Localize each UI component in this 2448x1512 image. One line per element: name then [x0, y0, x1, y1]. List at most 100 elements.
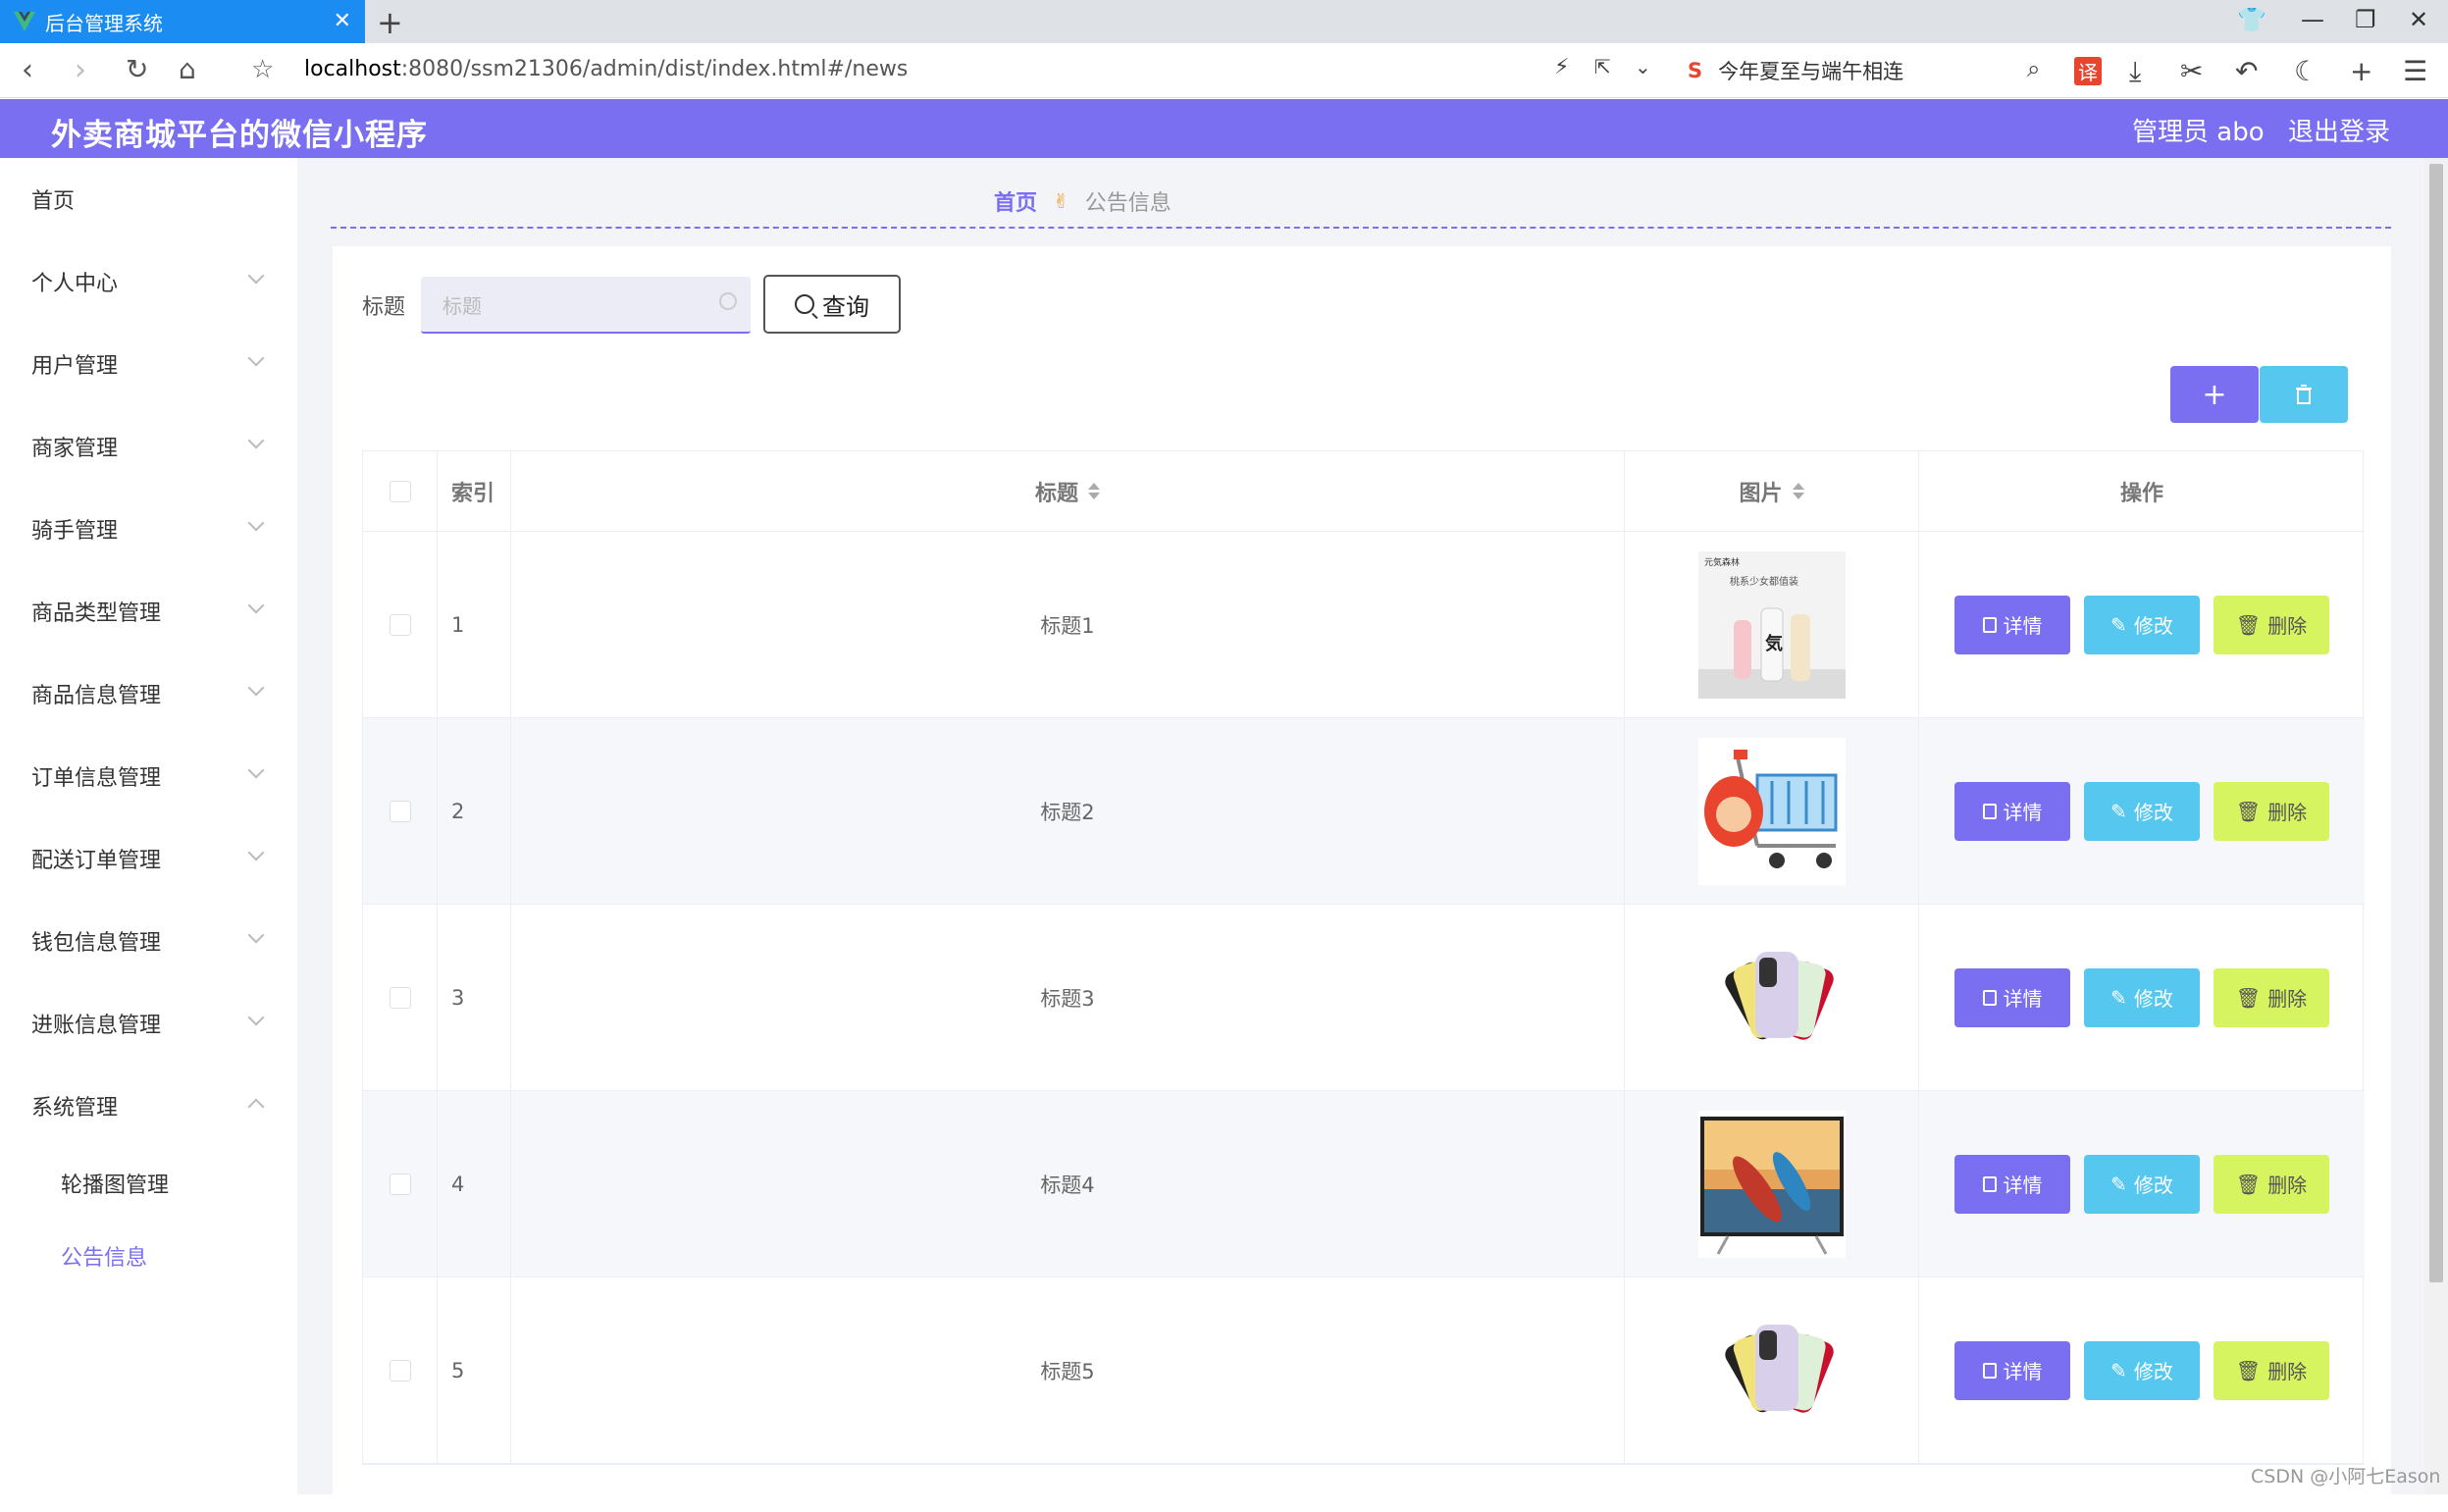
back-icon[interactable]: ‹	[22, 53, 33, 87]
row-checkbox[interactable]	[389, 613, 411, 636]
reload-icon[interactable]: ↻	[126, 53, 148, 85]
add-icon[interactable]: +	[2350, 55, 2372, 87]
thumb-char-text: 気	[1765, 633, 1783, 654]
trash-icon	[2296, 385, 2312, 404]
browser-search-box[interactable]: S 今年夏至与端午相连	[1688, 51, 2051, 90]
sidebar-item-label: 商家管理	[31, 437, 119, 461]
sidebar-item-users[interactable]: 用户管理	[0, 335, 297, 393]
page-scrollbar[interactable]	[2424, 158, 2448, 1494]
breadcrumb-current: 公告信息	[1084, 191, 1172, 216]
sidebar-item-home[interactable]: 首页	[0, 170, 297, 229]
forward-icon[interactable]: ›	[75, 53, 86, 87]
scrollbar-thumb[interactable]	[2429, 164, 2443, 1282]
minimize-icon[interactable]: —	[2301, 6, 2324, 33]
chevron-down-icon	[247, 1009, 265, 1026]
sidebar-item-label: 订单信息管理	[31, 766, 162, 791]
edit-button[interactable]: ✎ 修改	[2084, 595, 2200, 654]
restore-icon[interactable]: ❐	[2355, 6, 2376, 33]
sidebar-item-personal[interactable]: 个人中心	[0, 252, 297, 311]
sidebar-item-products[interactable]: 商品信息管理	[0, 664, 297, 723]
sidebar-item-label: 首页	[31, 189, 76, 214]
sidebar-item-label: 个人中心	[31, 272, 119, 296]
row-checkbox[interactable]	[389, 1173, 411, 1195]
header-checkbox-cell	[363, 451, 438, 531]
chevron-down-icon	[247, 844, 265, 861]
row-checkbox[interactable]	[389, 800, 411, 822]
lightning-icon[interactable]: ⚡	[1554, 55, 1569, 79]
shirt-skin-icon[interactable]: 👕	[2237, 6, 2266, 33]
detail-button[interactable]: 详情	[1954, 1340, 2070, 1400]
browser-search-text: 今年夏至与端午相连	[1718, 60, 1904, 83]
edit-label: 修改	[2133, 614, 2173, 638]
sidebar-item-delivery[interactable]: 配送订单管理	[0, 829, 297, 888]
delete-button[interactable]: 🗑 删除	[2214, 1154, 2329, 1214]
search-icon	[795, 294, 814, 314]
sidebar-item-orders[interactable]: 订单信息管理	[0, 747, 297, 806]
sort-icon[interactable]	[1088, 483, 1100, 499]
sidebar-item-riders[interactable]: 骑手管理	[0, 499, 297, 558]
edit-button[interactable]: ✎ 修改	[2084, 1154, 2200, 1214]
sidebar-item-system[interactable]: 系统管理	[0, 1076, 297, 1135]
edit-button[interactable]: ✎ 修改	[2084, 1340, 2200, 1400]
search-icon[interactable]: ⌕	[2027, 55, 2040, 82]
header-image[interactable]: 图片	[1625, 451, 1919, 531]
row-checkbox[interactable]	[389, 986, 411, 1009]
sidebar-item-label: 钱包信息管理	[31, 931, 162, 956]
edit-button[interactable]: ✎ 修改	[2084, 967, 2200, 1027]
detail-button[interactable]: 详情	[1954, 781, 2070, 841]
chevron-down-icon	[247, 432, 265, 449]
share-icon[interactable]: ⇱	[1594, 55, 1611, 78]
scissors-icon[interactable]: ✂	[2180, 55, 2203, 87]
delete-button[interactable]: 🗑 删除	[2214, 1340, 2329, 1400]
sidebar-item-product-types[interactable]: 商品类型管理	[0, 582, 297, 641]
undo-icon[interactable]: ↶	[2235, 55, 2258, 87]
detail-button[interactable]: 详情	[1954, 1154, 2070, 1214]
url-field[interactable]: localhost:8080/ssm21306/admin/dist/index…	[304, 57, 908, 81]
night-mode-icon[interactable]: ☾	[2294, 55, 2318, 87]
sogou-logo-icon: S	[1688, 59, 1703, 82]
row-title: 标题2	[511, 718, 1625, 904]
sidebar-item-income[interactable]: 进账信息管理	[0, 994, 297, 1053]
sidebar-item-merchants[interactable]: 商家管理	[0, 417, 297, 476]
sidebar-item-wallet[interactable]: 钱包信息管理	[0, 912, 297, 970]
close-window-icon[interactable]: ✕	[2409, 6, 2428, 33]
query-button-label: 查询	[822, 292, 869, 321]
logout-link[interactable]: 退出登录	[2288, 112, 2390, 148]
edit-button[interactable]: ✎ 修改	[2084, 781, 2200, 841]
batch-delete-button[interactable]	[2260, 366, 2348, 423]
download-icon[interactable]: ⤓	[2129, 55, 2141, 88]
browser-tab-title: 后台管理系统	[45, 11, 163, 35]
search-icon	[719, 292, 737, 310]
table-row: 2 标题2 详情 ✎ 修改 🗑 删除	[363, 718, 2365, 905]
search-placeholder: 标题	[443, 293, 482, 318]
select-all-checkbox[interactable]	[389, 480, 411, 502]
delete-button[interactable]: 🗑 删除	[2214, 967, 2329, 1027]
header-title[interactable]: 标题	[511, 451, 1625, 531]
sidebar-item-label: 用户管理	[31, 354, 119, 379]
sidebar-subitem-notices[interactable]: 公告信息	[0, 1229, 297, 1282]
dropdown-icon[interactable]: ⌄	[1635, 55, 1651, 78]
bookmark-star-icon[interactable]: ☆	[251, 55, 274, 84]
menu-icon[interactable]: ☰	[2403, 55, 2427, 87]
shopping-cart-mascot-image	[1697, 737, 1846, 885]
breadcrumb-home[interactable]: 首页	[994, 185, 1037, 217]
delete-button[interactable]: 🗑 删除	[2214, 781, 2329, 841]
new-tab-icon[interactable]: +	[377, 4, 403, 41]
translate-icon[interactable]: 译	[2074, 57, 2102, 85]
title-search-input[interactable]: 标题	[421, 277, 751, 334]
query-button[interactable]: 查询	[763, 275, 901, 334]
detail-button[interactable]: 详情	[1954, 595, 2070, 654]
delete-button[interactable]: 🗑 删除	[2214, 595, 2329, 654]
row-checkbox[interactable]	[389, 1359, 411, 1382]
detail-button[interactable]: 详情	[1954, 967, 2070, 1027]
document-icon	[1982, 989, 1997, 1006]
sidebar-subitem-carousel[interactable]: 轮播图管理	[0, 1157, 297, 1210]
add-button[interactable]: +	[2170, 366, 2259, 423]
pencil-icon: ✎	[2110, 799, 2127, 823]
home-icon[interactable]: ⌂	[179, 53, 196, 85]
thumb-brand-text: 元気森林	[1704, 556, 1740, 568]
sidebar-item-label: 骑手管理	[31, 519, 119, 544]
close-tab-icon[interactable]: ✕	[334, 9, 351, 33]
browser-tab[interactable]: 后台管理系统 ✕	[0, 0, 365, 43]
sort-icon[interactable]	[1792, 483, 1804, 499]
